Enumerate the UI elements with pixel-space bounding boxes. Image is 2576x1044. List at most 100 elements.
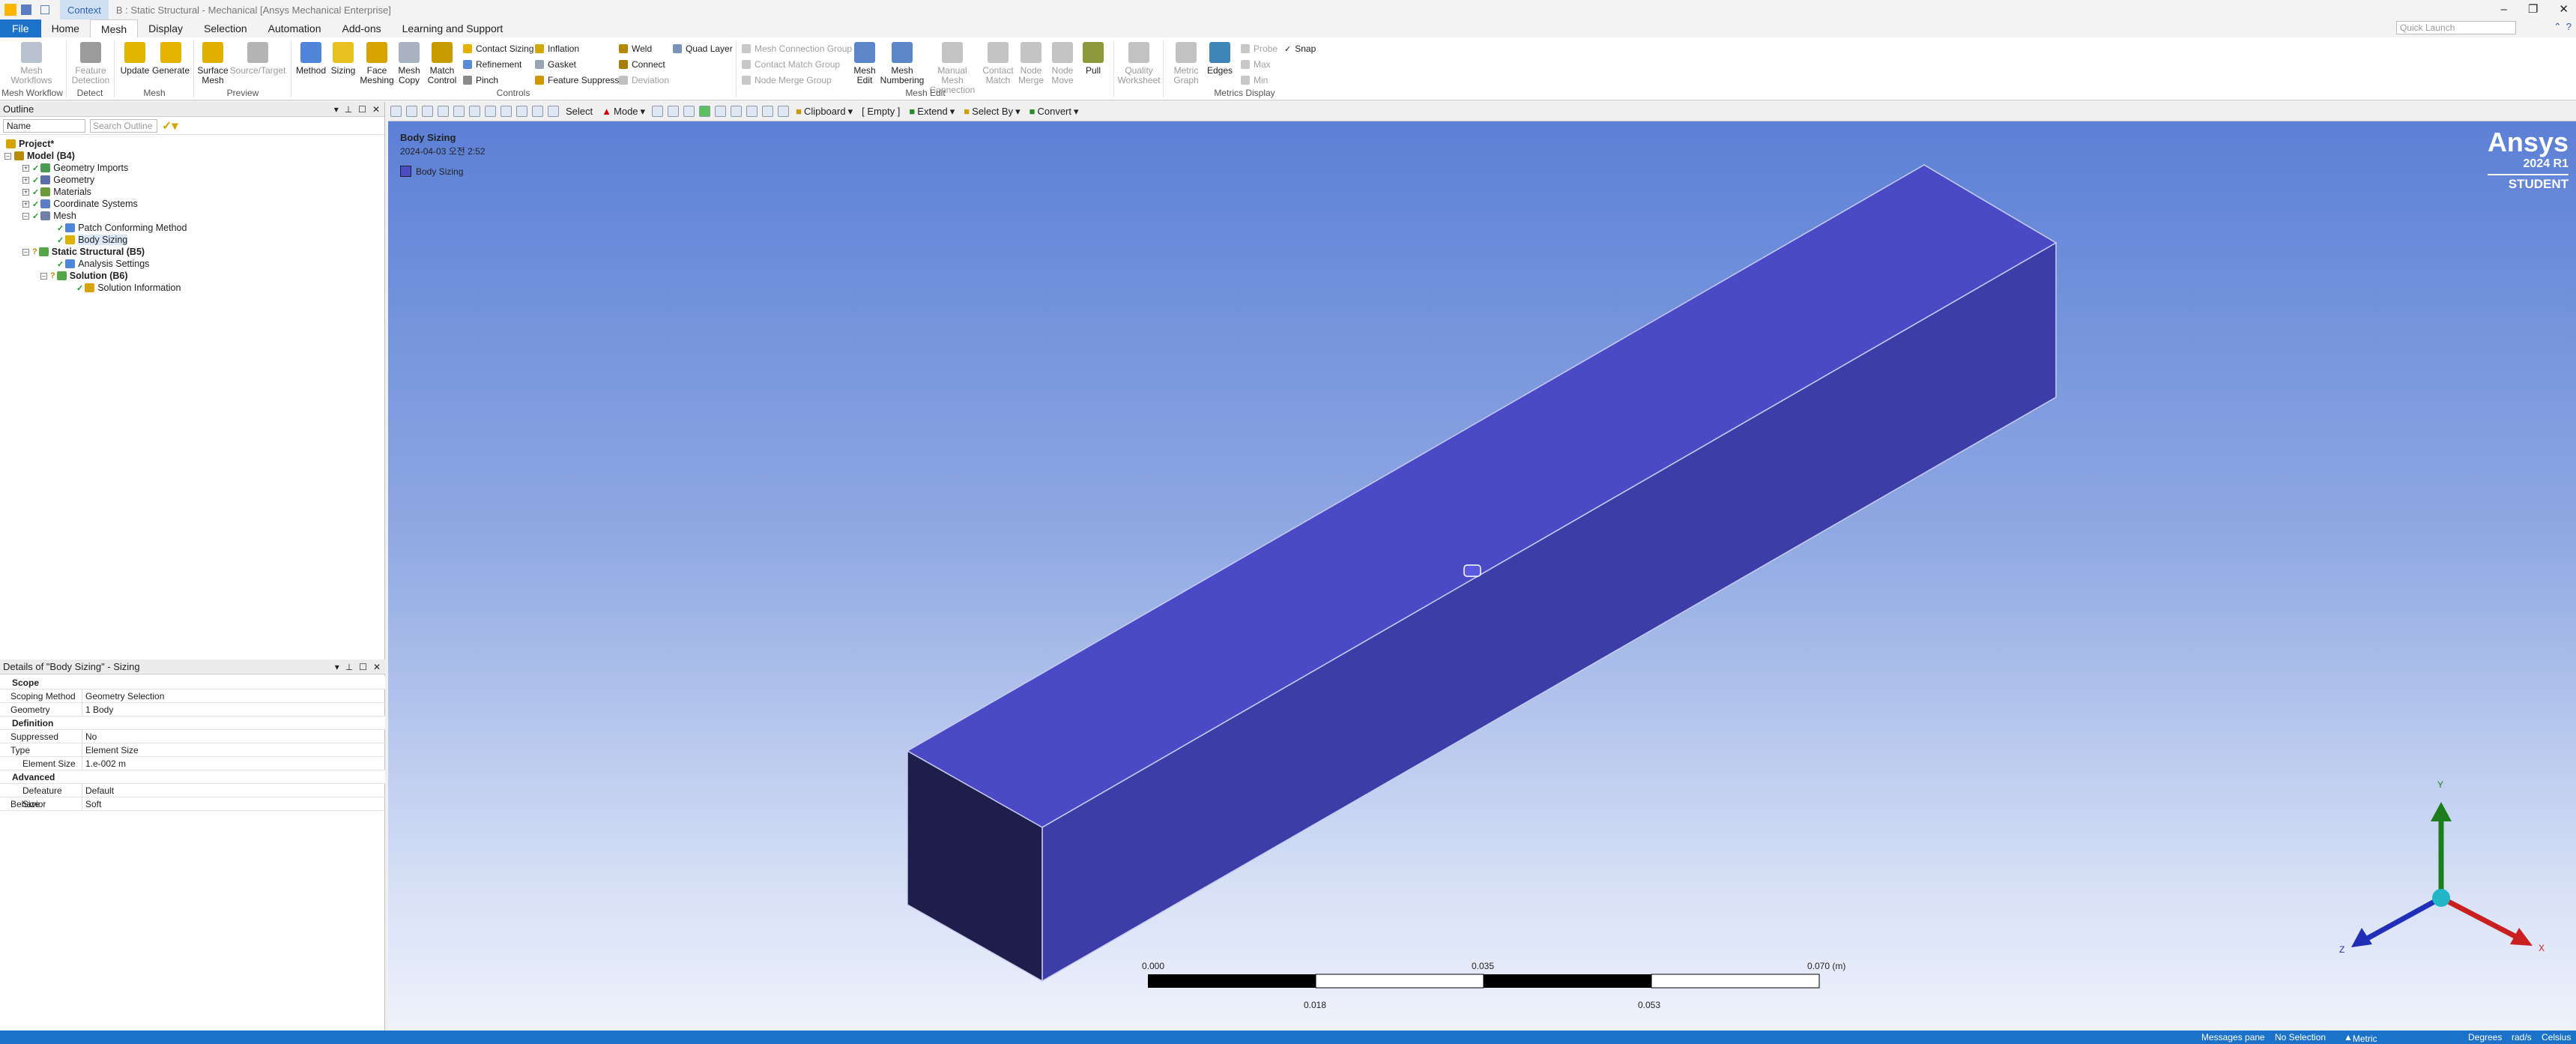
select-node-icon[interactable]: [715, 106, 727, 117]
select-face-icon[interactable]: [683, 106, 695, 117]
feature-detection-button[interactable]: Feature Detection: [72, 42, 109, 85]
graphics-viewport[interactable]: Body Sizing 2024-04-03 오전 2:52 Body Sizi…: [388, 121, 2576, 1031]
sizing-button[interactable]: Sizing: [328, 42, 358, 76]
collapse-icon[interactable]: –: [4, 152, 11, 160]
expand-icon[interactable]: +: [22, 188, 29, 196]
tab-file[interactable]: File: [0, 19, 41, 37]
mesh-copy-button[interactable]: Mesh Copy: [394, 42, 424, 85]
details-row[interactable]: Geometry 1 Body: [0, 703, 385, 716]
dropdown-icon[interactable]: ▾: [335, 660, 339, 675]
edges-button[interactable]: Edges: [1205, 42, 1235, 76]
expand-icon[interactable]: +: [22, 176, 29, 184]
tab-add-ons[interactable]: Add-ons: [331, 19, 391, 37]
feature-suppress-button[interactable]: Feature Suppress: [535, 75, 619, 85]
layout-icon[interactable]: [40, 5, 49, 14]
pinch-button[interactable]: Pinch: [463, 75, 498, 85]
triad-center[interactable]: [2432, 889, 2450, 907]
collapse-icon[interactable]: –: [22, 248, 29, 256]
box-zoom-icon[interactable]: [516, 106, 527, 117]
details-row[interactable]: Type Element Size: [0, 743, 385, 757]
rate-unit[interactable]: rad/s: [2512, 1032, 2532, 1043]
mesh-connection-group-button[interactable]: Mesh Connection Group: [742, 43, 852, 54]
weld-button[interactable]: Weld: [619, 43, 652, 54]
update-button[interactable]: Update: [118, 42, 151, 76]
clipboard-button[interactable]: ■ Clipboard ▾: [796, 106, 853, 118]
select-vertex-icon[interactable]: [652, 106, 664, 117]
details-row[interactable]: Suppressed No: [0, 730, 385, 743]
contact-match-button[interactable]: Contact Match: [980, 42, 1016, 85]
select-body-icon[interactable]: [699, 106, 711, 117]
tree-item-solution-information[interactable]: ✓ Solution Information: [76, 282, 181, 294]
inflation-button[interactable]: Inflation: [535, 43, 579, 54]
collapse-icon[interactable]: –: [40, 272, 47, 280]
tree-item-geometry[interactable]: + ✓ Geometry: [22, 174, 94, 186]
mesh-workflows-button[interactable]: Mesh Workflows: [9, 42, 54, 85]
pull-button[interactable]: Pull: [1079, 42, 1107, 76]
source-target-button[interactable]: Source/Target: [229, 42, 286, 76]
tree-item-coordinate-systems[interactable]: + ✓ Coordinate Systems: [22, 198, 138, 210]
maximize-icon[interactable]: ☐: [358, 102, 366, 117]
temperature-unit[interactable]: Celsius: [2542, 1032, 2571, 1043]
tab-automation[interactable]: Automation: [258, 19, 332, 37]
tree-item-geometry-imports[interactable]: + ✓ Geometry Imports: [22, 162, 128, 174]
deviation-button[interactable]: Deviation: [619, 75, 669, 85]
match-control-button[interactable]: Match Control: [426, 42, 459, 85]
tree-item-model[interactable]: – Model (B4): [4, 150, 75, 162]
metric-graph-button[interactable]: Metric Graph: [1167, 42, 1205, 85]
refinement-button[interactable]: Refinement: [463, 59, 521, 70]
view-wireframe-icon[interactable]: [438, 106, 449, 117]
expand-icon[interactable]: +: [22, 164, 29, 172]
tab-selection[interactable]: Selection: [193, 19, 258, 37]
quick-launch-input[interactable]: Quick Launch: [2396, 21, 2516, 34]
tab-learning-and-support[interactable]: Learning and Support: [392, 19, 514, 37]
details-row[interactable]: Scoping Method Geometry Selection: [0, 690, 385, 703]
filter-select[interactable]: Name: [3, 118, 85, 133]
min-button[interactable]: Min: [1241, 75, 1268, 85]
section-definition[interactable]: Definition: [0, 716, 385, 730]
details-row[interactable]: Defeature Size Default: [0, 784, 385, 809]
tree-item-body-sizing[interactable]: ✓ Body Sizing: [57, 234, 128, 246]
tree-item-static-structural[interactable]: –? Static Structural (B5): [22, 246, 145, 258]
body-sizing-label-marker[interactable]: [1463, 564, 1481, 577]
details-row[interactable]: Element Size 1.e-002 m: [0, 757, 385, 770]
quality-worksheet-button[interactable]: Quality Worksheet: [1117, 42, 1161, 85]
rotate-icon[interactable]: [469, 106, 480, 117]
select-mesh-icon[interactable]: [762, 106, 774, 117]
zoom-in-icon[interactable]: [390, 106, 402, 117]
axis-triad[interactable]: [2351, 802, 2533, 947]
select-all-icon[interactable]: [778, 106, 790, 117]
details-row[interactable]: Behavior Soft: [0, 797, 385, 811]
close-icon[interactable]: ✕: [2559, 0, 2569, 19]
restore-icon[interactable]: ❐: [2528, 0, 2538, 19]
surface-mesh-button[interactable]: Surface Mesh: [197, 42, 229, 85]
section-advanced[interactable]: Advanced: [0, 770, 385, 784]
pin-icon[interactable]: ⊥: [345, 102, 352, 117]
select-edge-icon[interactable]: [668, 106, 680, 117]
tree-item-analysis-settings[interactable]: ✓ Analysis Settings: [57, 258, 149, 270]
search-input[interactable]: Search Outline: [90, 118, 157, 133]
select-by-button[interactable]: ■ Select By ▾: [964, 106, 1020, 118]
view-solid-icon[interactable]: [422, 106, 433, 117]
messages-pane-button[interactable]: Messages pane: [2201, 1032, 2265, 1043]
snap-toggle[interactable]: ✓ Snap: [1284, 43, 1316, 54]
minimize-icon[interactable]: –: [2501, 0, 2507, 19]
select-element-icon[interactable]: [731, 106, 743, 117]
select-button[interactable]: Select: [566, 106, 593, 117]
generate-button[interactable]: Generate: [152, 42, 190, 76]
tab-display[interactable]: Display: [138, 19, 193, 37]
mesh-edit-button[interactable]: Mesh Edit: [850, 42, 880, 85]
expand-icon[interactable]: +: [22, 200, 29, 208]
tree-item-materials[interactable]: + ✓ Materials: [22, 186, 91, 198]
convert-button[interactable]: ■ Convert ▾: [1030, 106, 1079, 118]
select-element-face-icon[interactable]: [746, 106, 758, 117]
unit-system-button[interactable]: ▲ Metric (m, kg, N, s, V, A): [2344, 1032, 2377, 1044]
tree-item-patch-conforming-method[interactable]: ✓ Patch Conforming Method: [57, 222, 187, 234]
connect-button[interactable]: Connect: [619, 59, 665, 70]
help-icon[interactable]: ?: [2566, 21, 2572, 33]
tree-item-mesh[interactable]: – ✓ Mesh: [22, 210, 76, 222]
node-move-button[interactable]: Node Move: [1047, 42, 1077, 85]
collapse-ribbon-icon[interactable]: ⌃: [2554, 21, 2562, 33]
max-button[interactable]: Max: [1241, 59, 1271, 70]
zoom-to-fit-icon[interactable]: [532, 106, 543, 117]
probe-button[interactable]: Probe: [1241, 43, 1278, 54]
